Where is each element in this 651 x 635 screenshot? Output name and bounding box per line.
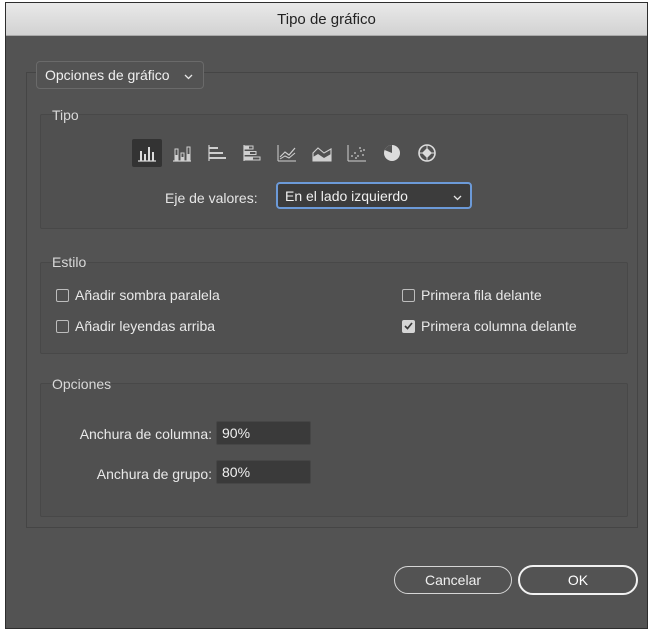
tipo-group (40, 114, 628, 229)
column-chart-icon[interactable] (132, 139, 162, 167)
first-row-front-label: Primera fila delante (421, 287, 542, 303)
area-chart-icon[interactable] (307, 139, 337, 167)
dialog-title: Tipo de gráfico (6, 3, 647, 36)
estilo-group (40, 262, 628, 354)
bar-chart-icon[interactable] (202, 139, 232, 167)
first-row-front-checkbox[interactable]: Primera fila delante (402, 287, 542, 303)
tipo-group-label: Tipo (52, 107, 79, 123)
value-axis-dropdown[interactable]: En el lado izquierdo (276, 182, 472, 209)
value-axis-value: En el lado izquierdo (285, 187, 408, 204)
panel-selector-value: Opciones de gráfico (45, 67, 170, 83)
column-width-label: Anchura de columna: (79, 426, 212, 442)
drop-shadow-label: Añadir sombra paralela (75, 287, 220, 303)
stacked-column-chart-icon[interactable] (167, 139, 197, 167)
first-column-front-checkbox[interactable]: Primera columna delante (402, 318, 577, 334)
panel-selector-dropdown[interactable]: Opciones de gráfico (36, 61, 204, 89)
pie-chart-icon[interactable] (377, 139, 407, 167)
value-axis-label: Eje de valores: (165, 190, 258, 206)
drop-shadow-checkbox[interactable]: Añadir sombra paralela (56, 287, 220, 303)
line-chart-icon[interactable] (272, 139, 302, 167)
checkbox-box[interactable] (56, 288, 69, 302)
opciones-group-label: Opciones (52, 376, 112, 392)
radar-chart-icon[interactable] (412, 139, 442, 167)
checkmark-icon (404, 322, 413, 330)
ok-button[interactable]: OK (518, 565, 638, 595)
checkbox-box[interactable] (56, 319, 69, 333)
chevron-down-icon (184, 67, 193, 83)
first-column-front-label: Primera columna delante (421, 318, 577, 334)
group-width-field[interactable]: 80% (216, 460, 311, 484)
legends-top-checkbox[interactable]: Añadir leyendas arriba (56, 318, 215, 334)
checkbox-checked-box[interactable] (402, 319, 415, 333)
column-width-field[interactable]: 90% (216, 421, 311, 445)
estilo-group-label: Estilo (52, 254, 87, 270)
scatter-chart-icon[interactable] (342, 139, 372, 167)
cancel-button[interactable]: Cancelar (394, 566, 512, 594)
opciones-group (40, 383, 628, 517)
legends-top-label: Añadir leyendas arriba (75, 318, 216, 334)
group-width-label: Anchura de grupo: (96, 466, 212, 482)
chevron-down-icon (453, 188, 462, 204)
chart-type-icons (132, 139, 442, 167)
stacked-bar-chart-icon[interactable] (237, 139, 267, 167)
checkbox-box[interactable] (402, 288, 415, 302)
